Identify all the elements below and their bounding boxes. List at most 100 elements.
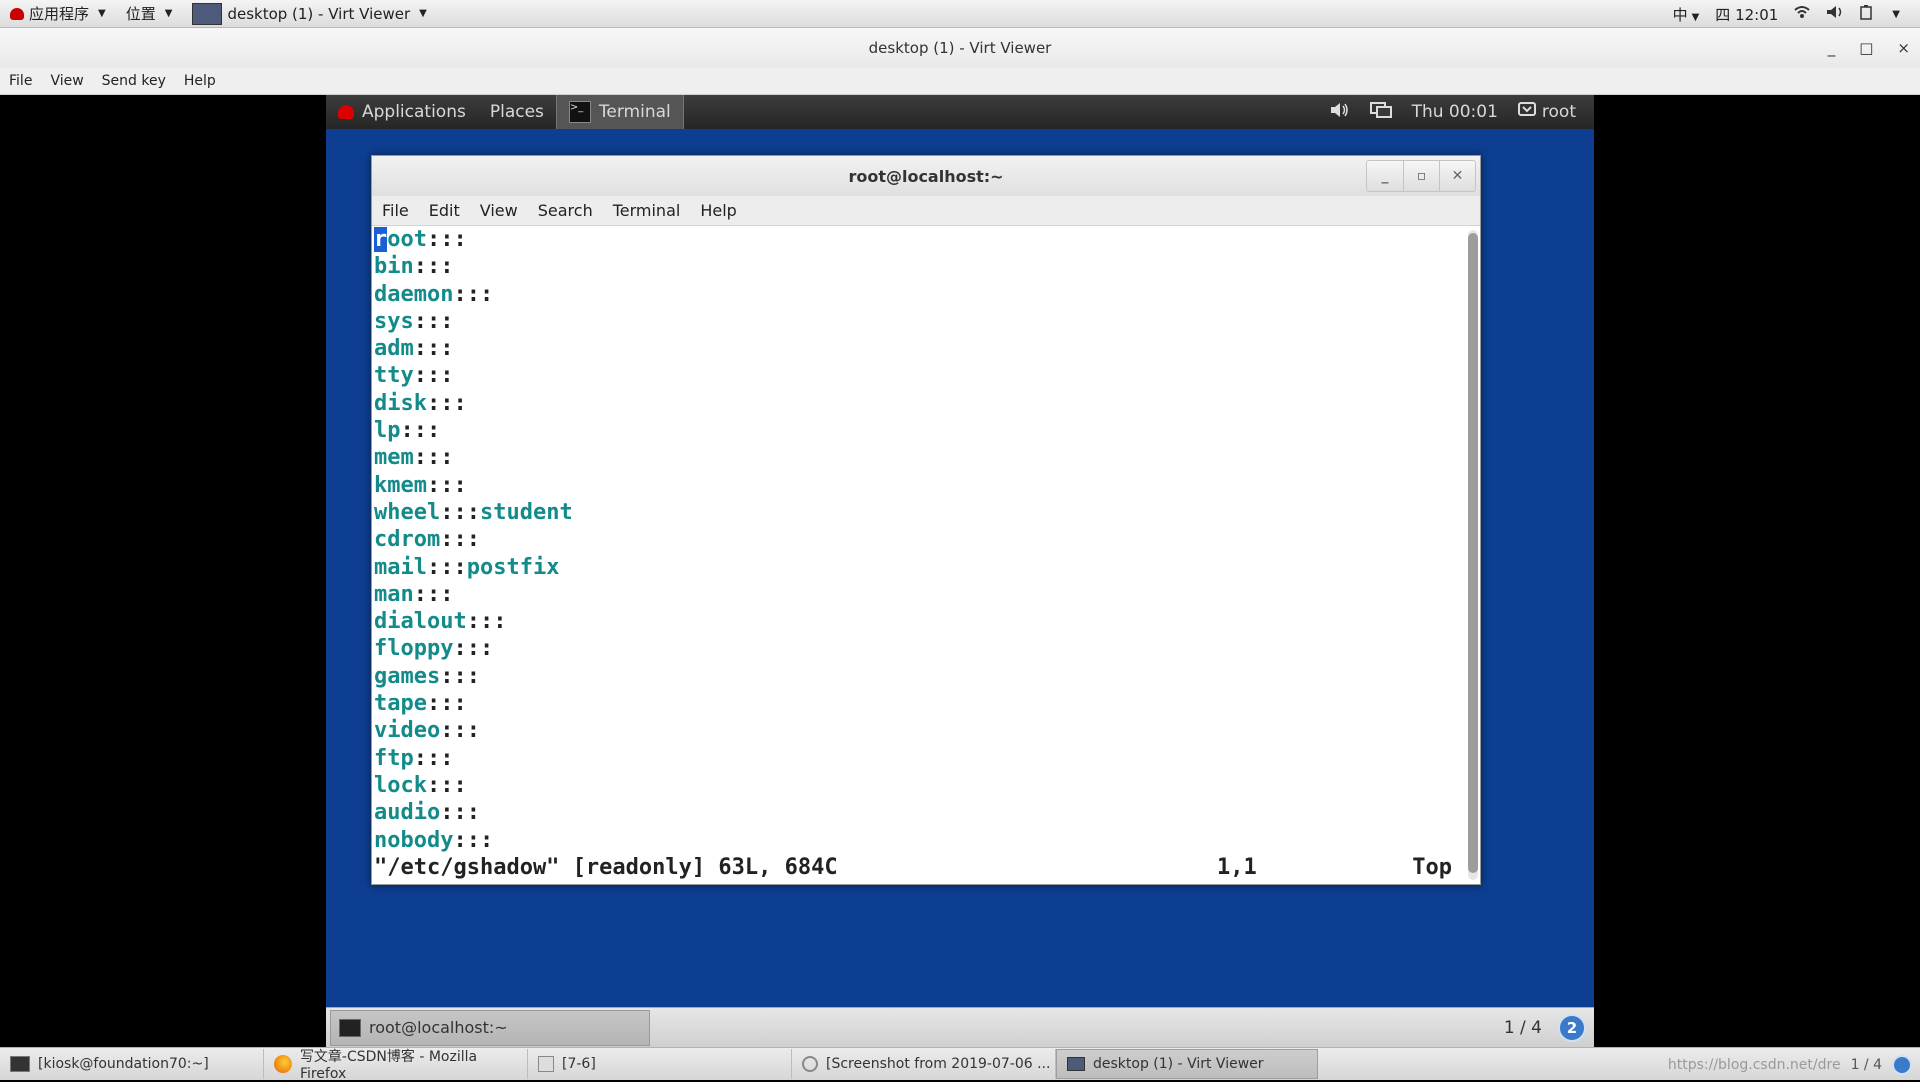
terminal-line: kmem:::	[374, 472, 1466, 499]
group-name: tty	[374, 363, 414, 389]
network-icon[interactable]	[1369, 101, 1392, 124]
notification-icon[interactable]	[1892, 1054, 1912, 1075]
guest-places-menu[interactable]: Places	[478, 95, 556, 129]
host-task-image[interactable]: [7-6]	[528, 1049, 792, 1079]
group-name: sys	[374, 308, 414, 334]
viewer-menu-send-key[interactable]: Send key	[93, 73, 175, 89]
terminal-line: bin:::	[374, 253, 1466, 280]
viewer-menu-file[interactable]: File	[0, 73, 41, 89]
host-window-label: desktop (1) - Virt Viewer	[227, 4, 411, 23]
host-task-label: [Screenshot from 2019-07-06 ...	[826, 1056, 1051, 1072]
terminal-maximize-button[interactable]: ▫	[1403, 161, 1439, 191]
terminal-line: mem:::	[374, 444, 1466, 471]
group-name: tape	[374, 691, 427, 717]
group-name: kmem	[374, 472, 427, 498]
guest-workspace-pager[interactable]: 1 / 4	[1504, 1008, 1542, 1047]
host-task-virt-viewer[interactable]: desktop (1) - Virt Viewer	[1056, 1049, 1318, 1079]
terminal-minimize-button[interactable]: _	[1367, 161, 1403, 191]
host-applications-menu[interactable]: 应用程序 ▼	[0, 0, 116, 28]
terminal-line: dialout:::	[374, 608, 1466, 635]
terminal-close-button[interactable]: ✕	[1439, 161, 1475, 191]
field-separator: :::	[413, 336, 454, 362]
terminal-line: tty:::	[374, 362, 1466, 389]
terminal-line: adm:::	[374, 335, 1466, 362]
field-separator: :::	[440, 800, 480, 826]
guest-desktop[interactable]: Applications Places >_ Terminal Thu 00:0…	[326, 95, 1594, 1047]
monitor-icon	[1067, 1057, 1085, 1071]
host-task-label: 写文章-CSDN博客 - Mozilla Firefox	[299, 1049, 478, 1082]
group-name: floppy	[374, 636, 454, 662]
host-top-panel: 应用程序 ▼ 位置 ▼ desktop (1) - Virt Viewer ▼ …	[0, 0, 1920, 28]
watermark-text: https://blog.csdn.net/dre	[1667, 1056, 1841, 1073]
viewer-menu-help[interactable]: Help	[175, 73, 225, 89]
group-name: cdrom	[374, 527, 441, 553]
group-name: games	[374, 663, 441, 689]
terminal-menu-view[interactable]: View	[470, 201, 528, 220]
group-name: man	[374, 581, 414, 607]
host-task-screenshot[interactable]: [Screenshot from 2019-07-06 ...	[792, 1049, 1056, 1079]
group-name: disk	[374, 390, 427, 416]
terminal-menu-file[interactable]: File	[372, 201, 419, 220]
field-separator: :::	[413, 308, 454, 334]
terminal-title: root@localhost:~	[848, 166, 1004, 186]
field-separator: :::	[400, 418, 441, 444]
terminal-text-area[interactable]: root::: bin::: daemon::: sys::: adm::: tty:::…	[372, 226, 1466, 884]
guest-top-panel: Applications Places >_ Terminal Thu 00:0…	[326, 95, 1594, 129]
field-separator: :::	[426, 691, 467, 717]
guest-user-menu[interactable]: root	[1517, 101, 1576, 123]
redhat-icon	[338, 105, 354, 119]
terminal-icon	[339, 1018, 361, 1037]
terminal-titlebar[interactable]: root@localhost:~ _ ▫ ✕	[372, 156, 1480, 196]
guest-clock[interactable]: Thu 00:01	[1412, 102, 1498, 122]
vim-status-file: "/etc/gshadow" [readonly] 63L, 684C	[374, 854, 838, 880]
volume-icon[interactable]	[1826, 5, 1844, 23]
field-separator: :::	[440, 499, 480, 525]
viewer-menu-view[interactable]: View	[41, 73, 92, 89]
minimize-button[interactable]: _	[1828, 39, 1836, 57]
terminal-line: daemon:::	[374, 281, 1466, 308]
terminal-line: cdrom:::	[374, 526, 1466, 553]
guest-task-terminal[interactable]: root@localhost:~	[330, 1009, 650, 1046]
close-button[interactable]: ×	[1897, 39, 1910, 57]
field-separator: :::	[413, 363, 454, 389]
guest-applications-menu[interactable]: Applications	[326, 95, 478, 129]
maximize-button[interactable]: □	[1859, 39, 1873, 57]
input-method-indicator[interactable]: 中 ▼	[1673, 4, 1700, 25]
host-workspace-pager[interactable]: 1 / 4	[1851, 1057, 1882, 1073]
viewer-menubar: File View Send key Help	[0, 68, 1920, 95]
terminal-line: ftp:::	[374, 745, 1466, 772]
host-task-firefox[interactable]: 写文章-CSDN博客 - Mozilla Firefox	[264, 1049, 528, 1082]
terminal-scrollbar[interactable]	[1468, 230, 1478, 880]
host-clock[interactable]: 四 12:01	[1715, 4, 1778, 25]
host-places-menu[interactable]: 位置 ▼	[116, 0, 183, 28]
group-name: mail	[374, 554, 427, 580]
power-menu[interactable]: ▼	[1892, 9, 1900, 20]
terminal-menu-terminal[interactable]: Terminal	[603, 201, 691, 220]
terminal-scrollbar-thumb[interactable]	[1468, 233, 1478, 873]
viewer-window-controls: _ □ ×	[1828, 28, 1910, 68]
notification-badge[interactable]: 2	[1558, 1014, 1586, 1042]
terminal-window[interactable]: root@localhost:~ _ ▫ ✕ File Edit View Se…	[371, 155, 1481, 885]
host-places-label: 位置	[125, 5, 156, 23]
host-task-label: [kiosk@foundation70:~]	[38, 1056, 209, 1072]
terminal-line: video:::	[374, 717, 1466, 744]
group-name: audio	[374, 800, 441, 826]
terminal-menu-edit[interactable]: Edit	[419, 201, 470, 220]
chevron-down-icon: ▼	[98, 8, 106, 19]
terminal-line: root:::	[374, 226, 1466, 253]
terminal-menu-search[interactable]: Search	[528, 201, 603, 220]
guest-user-label: root	[1541, 102, 1576, 122]
field-separator: :::	[413, 254, 454, 280]
firefox-icon	[274, 1055, 292, 1073]
terminal-menu-help[interactable]: Help	[690, 201, 746, 220]
guest-terminal-launcher[interactable]: >_ Terminal	[555, 95, 684, 129]
host-window-menu[interactable]: desktop (1) - Virt Viewer ▼	[182, 0, 436, 28]
host-status-area: 中 ▼ 四 12:01 ▼	[1673, 0, 1920, 28]
vim-status-position: 1,1	[1217, 854, 1257, 880]
battery-icon[interactable]	[1860, 4, 1873, 24]
host-task-terminal[interactable]: [kiosk@foundation70:~]	[0, 1049, 264, 1079]
wifi-icon[interactable]	[1794, 5, 1810, 23]
terminal-window-controls: _ ▫ ✕	[1366, 160, 1476, 192]
viewer-titlebar[interactable]: desktop (1) - Virt Viewer _ □ ×	[0, 28, 1920, 68]
volume-icon[interactable]	[1330, 102, 1350, 123]
